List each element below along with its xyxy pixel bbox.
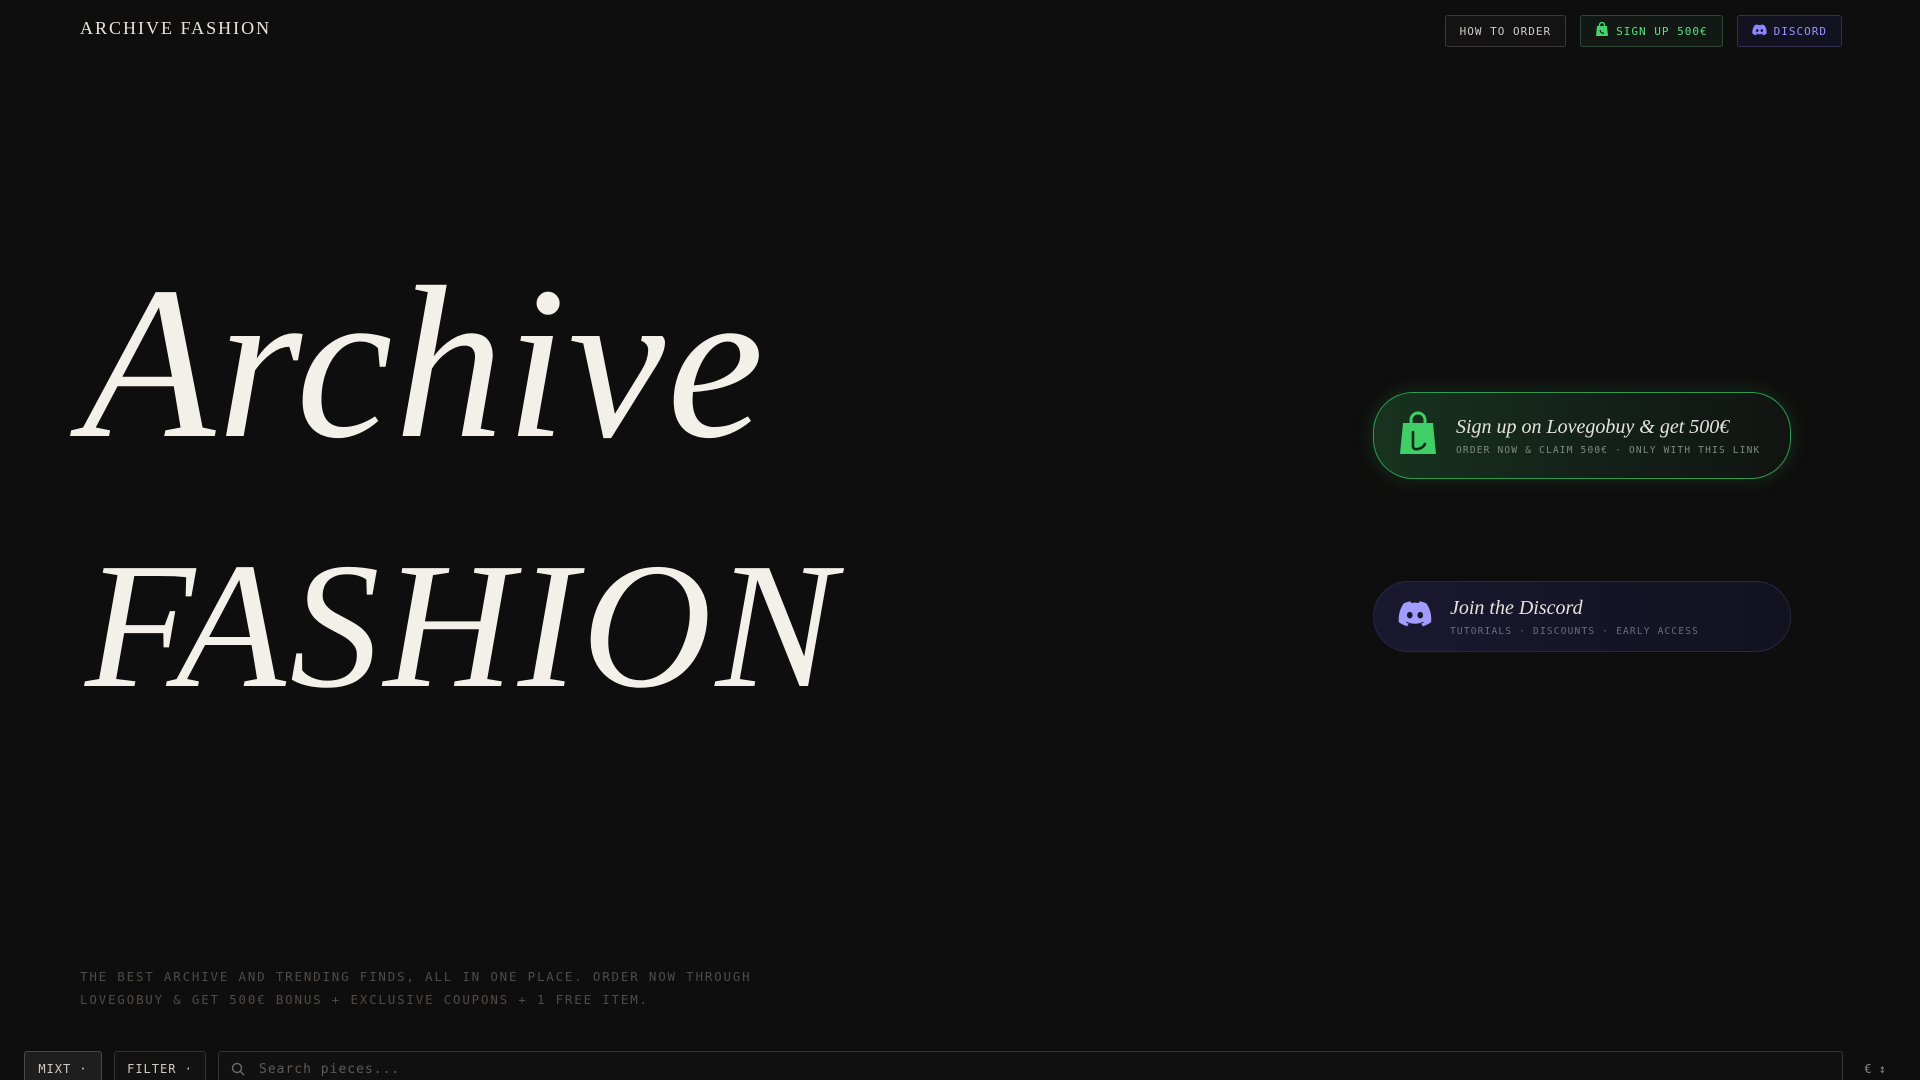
sign-up-button[interactable]: SIGN UP 500€	[1580, 15, 1723, 47]
discord-card-text: Join the Discord TUTORIALS · DISCOUNTS ·…	[1450, 597, 1699, 637]
brand-logo-text[interactable]: ARCHIVE FASHION	[80, 18, 271, 39]
hero-title-archive: Archive	[82, 243, 766, 484]
discord-join-card[interactable]: Join the Discord TUTORIALS · DISCOUNTS ·…	[1373, 581, 1791, 652]
lovegobuy-card-title: Sign up on Lovegobuy & get 500€	[1456, 415, 1730, 438]
discord-button[interactable]: DISCORD	[1736, 15, 1842, 47]
tagline-line-1: THE BEST ARCHIVE AND TRENDING FINDS, ALL…	[80, 969, 752, 984]
how-to-order-label: HOW TO ORDER	[1459, 24, 1552, 38]
lovegobuy-signup-card[interactable]: Sign up on Lovegobuy & get 500€ ORDER NO…	[1373, 392, 1791, 479]
filter-label: FILTER ·	[127, 1062, 193, 1076]
mixt-label: MIXT ·	[38, 1062, 88, 1076]
search-icon	[231, 1062, 245, 1076]
discord-icon	[1398, 601, 1432, 632]
discord-label: DISCORD	[1773, 24, 1827, 38]
shopping-bag-icon	[1398, 410, 1438, 461]
filter-button[interactable]: FILTER ·	[114, 1051, 206, 1080]
search-input[interactable]	[257, 1060, 1842, 1078]
mixt-sort-button[interactable]: MIXT ·	[24, 1051, 102, 1080]
lovegobuy-card-text: Sign up on Lovegobuy & get 500€ ORDER NO…	[1456, 416, 1760, 456]
tagline: THE BEST ARCHIVE AND TRENDING FINDS, ALL…	[80, 965, 800, 1011]
top-nav: HOW TO ORDER SIGN UP 500€ DISCORD	[1444, 15, 1842, 47]
tagline-line-2: LOVEGOBUY & GET 500€ BONUS + EXCLUSIVE C…	[80, 992, 649, 1007]
search-bar	[218, 1051, 1843, 1080]
shopping-bag-icon	[1595, 21, 1609, 40]
hero-title-fashion: FASHION	[85, 526, 840, 725]
page: ARCHIVE FASHION HOW TO ORDER SIGN UP 500…	[0, 0, 1920, 1080]
lovegobuy-card-subtitle: ORDER NOW & CLAIM 500€ · ONLY WITH THIS …	[1456, 444, 1761, 456]
sign-up-label: SIGN UP 500€	[1616, 24, 1708, 38]
catalog-toolbar: MIXT · FILTER · € ↕	[24, 1051, 1900, 1080]
how-to-order-button[interactable]: HOW TO ORDER	[1444, 15, 1567, 47]
discord-card-title: Join the Discord	[1450, 596, 1583, 619]
currency-selector[interactable]: € ↕	[1864, 1062, 1886, 1076]
discord-icon	[1751, 23, 1767, 39]
discord-card-subtitle: TUTORIALS · DISCOUNTS · EARLY ACCESS	[1450, 625, 1700, 637]
